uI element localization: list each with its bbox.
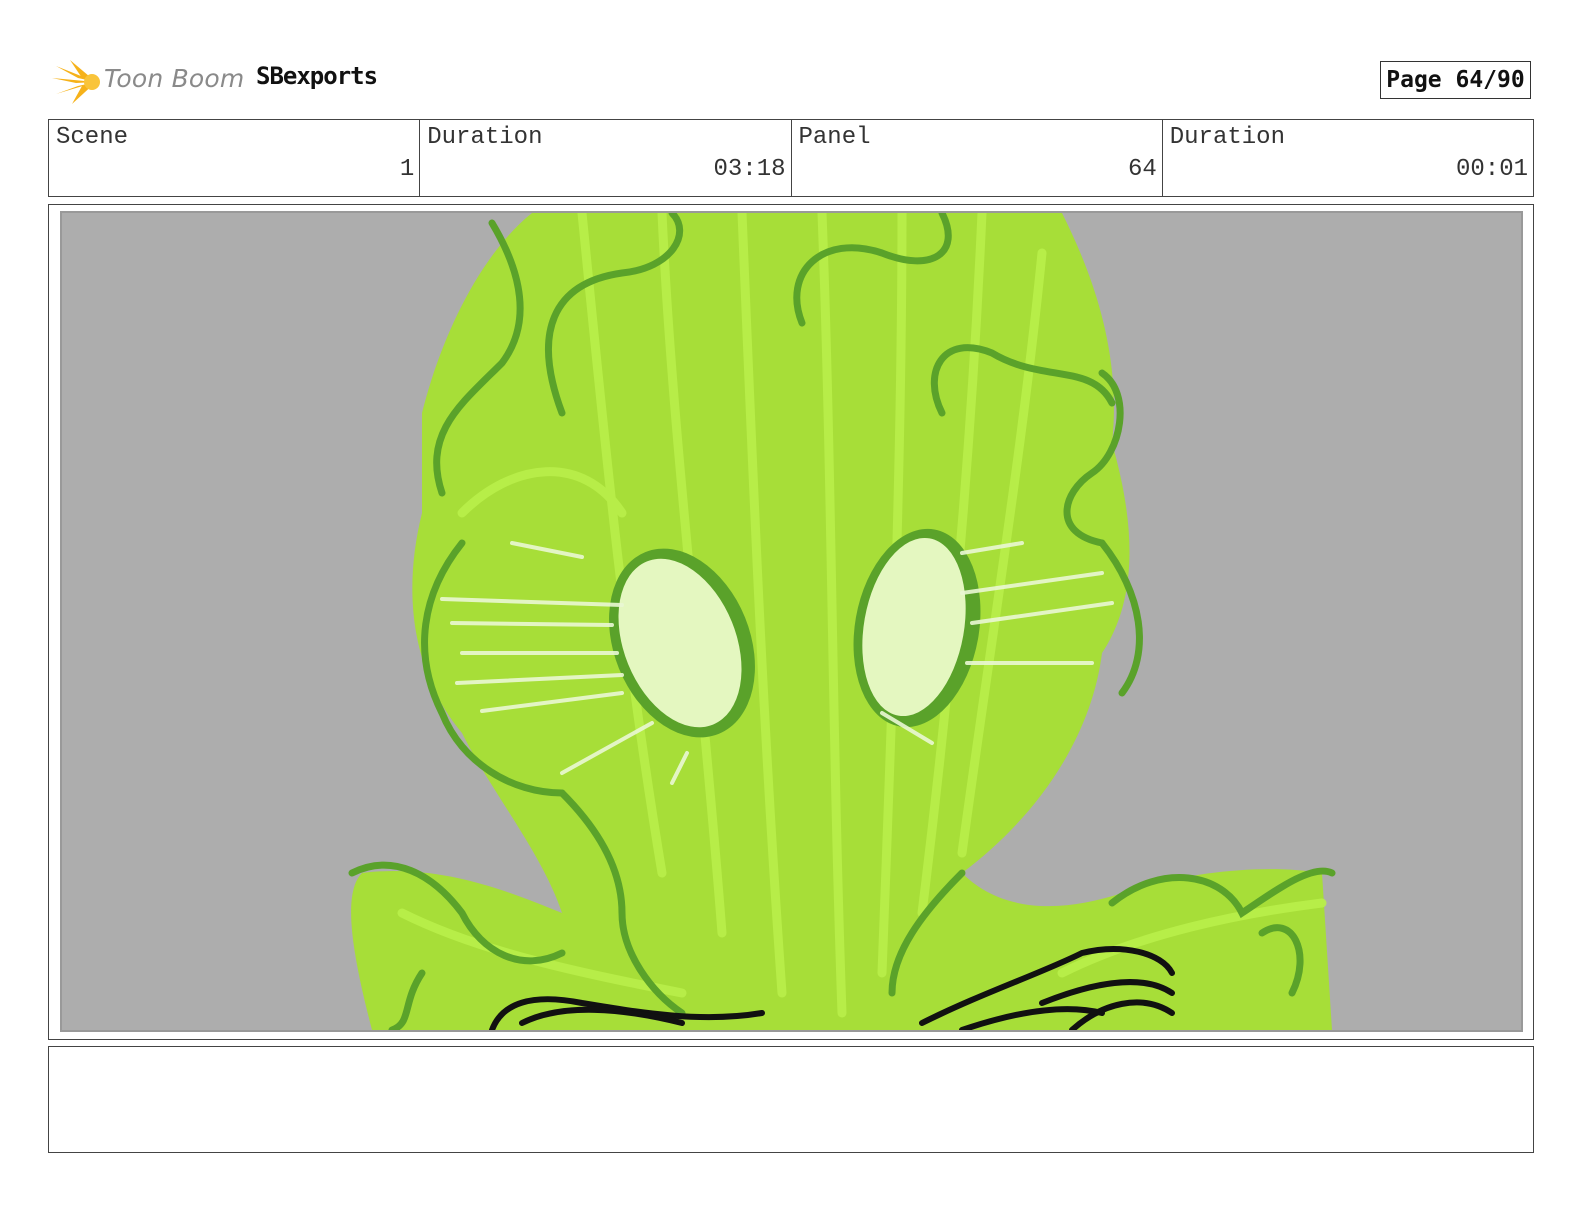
logo-wordmark: Toon Boom bbox=[104, 64, 245, 93]
panel-notes bbox=[48, 1046, 1534, 1153]
scene-duration-value: 03:18 bbox=[713, 156, 786, 183]
sketch-drawing bbox=[348, 213, 1336, 1030]
panel-duration-label: Duration bbox=[1169, 124, 1285, 151]
scene-value: 1 bbox=[399, 156, 415, 183]
page-indicator: Page 64/90 bbox=[1380, 61, 1531, 99]
panel-value: 64 bbox=[1127, 156, 1157, 183]
scene-duration-cell: Duration 03:18 bbox=[420, 120, 792, 196]
scene-cell: Scene 1 bbox=[49, 120, 421, 196]
panel-label: Panel bbox=[798, 124, 871, 151]
scene-duration-label: Duration bbox=[427, 124, 543, 151]
panel-info-table: Scene 1 Duration 03:18 Panel 64 Duration… bbox=[48, 119, 1534, 197]
panel-cell: Panel 64 bbox=[792, 120, 1163, 196]
panel-duration-value: 00:01 bbox=[1455, 156, 1528, 183]
scene-label: Scene bbox=[56, 124, 129, 151]
toon-boom-logo: Toon Boom bbox=[52, 56, 245, 108]
storyboard-frame bbox=[48, 204, 1534, 1040]
starburst-logo-icon bbox=[52, 60, 100, 104]
panel-image bbox=[60, 211, 1523, 1032]
panel-duration-cell: Duration 00:01 bbox=[1163, 120, 1533, 196]
project-name: SBexports bbox=[256, 62, 378, 90]
